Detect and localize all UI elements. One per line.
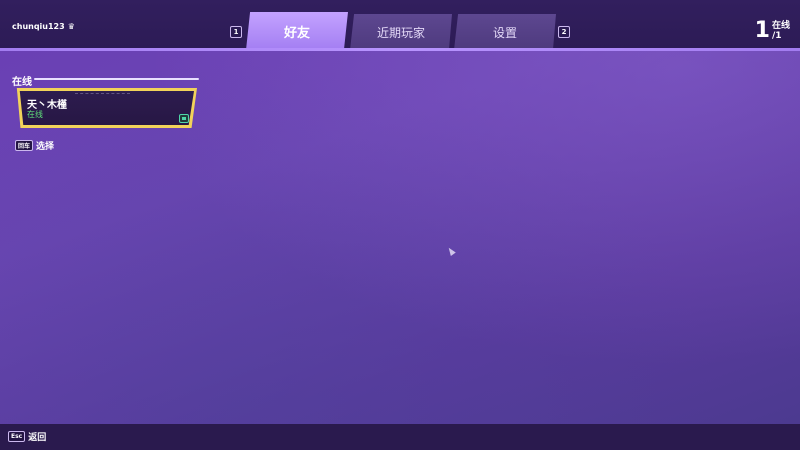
online-total: /1 — [771, 31, 782, 41]
friend-status: 在线 — [27, 110, 43, 119]
username-label: chunqiu123 — [12, 22, 65, 31]
bottom-bar — [0, 424, 800, 450]
tab-recent-players-label: 近期玩家 — [376, 25, 425, 40]
top-bar-divider — [0, 48, 800, 51]
tab-friends[interactable]: 好友 — [246, 12, 348, 50]
tab-recent-players[interactable]: 近期玩家 — [350, 14, 452, 50]
cursor-icon — [446, 246, 456, 256]
tab-settings[interactable]: 设置 — [454, 14, 556, 50]
top-bar: chunqiu123 ♛ 1 好友 近期玩家 设置 2 1 在线 /1 — [0, 0, 800, 50]
section-divider — [34, 78, 199, 80]
back-label: 返回 — [28, 433, 47, 443]
online-stack: 在线 /1 — [772, 21, 790, 41]
friend-card[interactable]: 天丶木槿 在线 — [15, 88, 197, 128]
enter-key-icon: 回车 — [15, 140, 34, 151]
friend-card-decor — [75, 93, 130, 95]
next-tab-key-hint[interactable]: 2 — [558, 26, 570, 38]
platform-icon — [179, 114, 189, 123]
background — [0, 0, 800, 450]
player-name: chunqiu123 ♛ — [12, 22, 75, 31]
prev-tab-key-hint[interactable]: 1 — [230, 26, 242, 38]
back-hint[interactable]: Esc 返回 — [8, 430, 46, 443]
online-label: 在线 — [771, 21, 790, 31]
tab-settings-label: 设置 — [492, 25, 517, 40]
crown-icon: ♛ — [67, 22, 75, 31]
esc-key-icon: Esc — [8, 431, 26, 442]
select-hint[interactable]: 回车 选择 — [15, 139, 54, 152]
tab-friends-label: 好友 — [283, 25, 310, 41]
select-label: 选择 — [36, 142, 55, 152]
online-counter: 1 在线 /1 — [755, 20, 790, 42]
online-count: 1 — [754, 18, 770, 43]
section-title: 在线 — [12, 77, 32, 88]
